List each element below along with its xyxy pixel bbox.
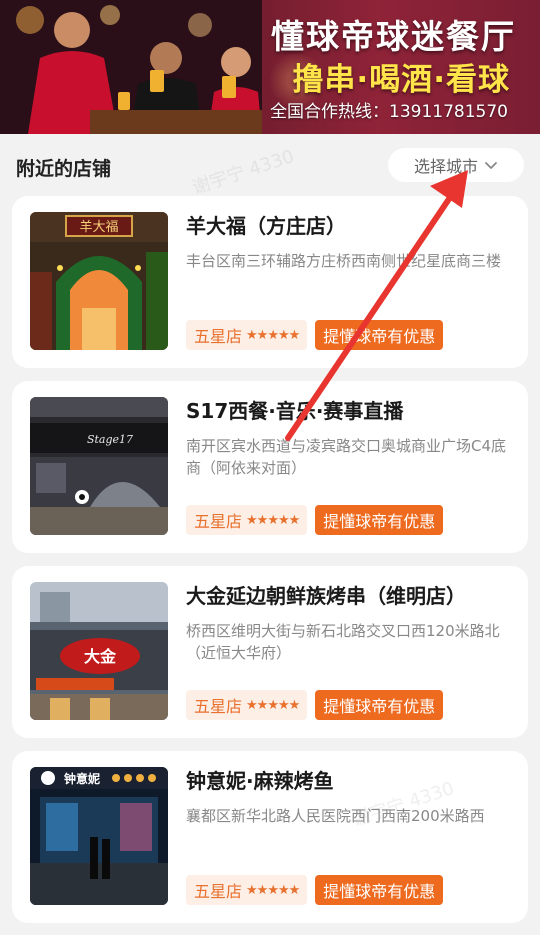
restaurant-badges: 五星店 ★★★★★ 提懂球帝有优惠 — [186, 505, 444, 535]
star-icons: ★★★★★ — [246, 697, 300, 713]
restaurant-badges: 五星店 ★★★★★ 提懂球帝有优惠 — [186, 320, 444, 350]
restaurant-address: 襄都区新华北路人民医院西门西南200米路西 — [186, 807, 485, 825]
restaurant-badges: 五星店 ★★★★★ 提懂球帝有优惠 — [186, 690, 444, 720]
rating-label: 五星店 — [194, 327, 243, 346]
restaurant-sign-text: 钟意妮 — [64, 771, 100, 786]
promo-banner[interactable]: 懂球帝球迷餐厅 撸串·喝酒·看球 全国合作热线：13911781570 — [0, 0, 540, 134]
banner-title: 懂球帝球迷餐厅 — [271, 17, 516, 56]
rating-badge: 五星店 ★★★★★ — [186, 505, 308, 535]
restaurant-sign-text: Stage17 — [87, 433, 133, 446]
restaurant-name: 羊大福（方庄店） — [186, 214, 346, 238]
restaurant-name: S17西餐·音乐·赛事直播 — [186, 399, 404, 423]
restaurant-photo: 钟意妮 — [30, 767, 168, 905]
rating-label: 五星店 — [194, 697, 243, 716]
star-icons: ★★★★★ — [246, 882, 300, 898]
rating-badge: 五星店 ★★★★★ — [186, 320, 308, 350]
promo-badge[interactable]: 提懂球帝有优惠 — [315, 875, 444, 905]
restaurant-card[interactable]: 大金 大金延边朝鲜族烤串（维明店） 桥西区维明大街与新石北路交叉口西120米路北… — [12, 566, 528, 738]
promo-badge[interactable]: 提懂球帝有优惠 — [315, 320, 444, 350]
restaurant-sign-text: 大金 — [84, 647, 117, 666]
restaurant-sign-text: 羊大福 — [79, 219, 118, 235]
restaurant-card[interactable]: 钟意妮 钟意妮·麻辣烤鱼 襄都区新华北路人民医院西门西南200米路西 五星店 ★… — [12, 751, 528, 923]
promo-badge[interactable]: 提懂球帝有优惠 — [315, 505, 444, 535]
restaurant-address: 南开区宾水西道与凌宾路交口奥城商业广场C4底商（阿依来对面） — [186, 437, 507, 477]
restaurant-photo: 大金 — [30, 582, 168, 720]
rating-badge: 五星店 ★★★★★ — [186, 875, 308, 905]
banner-people-image — [0, 0, 262, 134]
restaurant-badges: 五星店 ★★★★★ 提懂球帝有优惠 — [186, 875, 444, 905]
city-select-label: 选择城市 — [413, 157, 478, 176]
promo-badge[interactable]: 提懂球帝有优惠 — [315, 690, 444, 720]
restaurant-photo: 羊大福 — [30, 212, 168, 350]
restaurant-address: 桥西区维明大街与新石北路交叉口西120米路北（近恒大华府） — [186, 622, 500, 662]
restaurant-address: 丰台区南三环辅路方庄桥西南侧世纪星底商三楼 — [186, 252, 502, 270]
watermark-text: 谢宇宁 4330 — [189, 146, 297, 199]
banner-hotline: 全国合作热线：13911781570 — [270, 102, 508, 122]
restaurant-card[interactable]: 羊大福 羊大福（方庄店） 丰台区南三环辅路方庄桥西南侧世纪星底商三楼 五星店 ★… — [12, 196, 528, 368]
city-select-button[interactable]: 选择城市 — [388, 148, 524, 182]
section-title: 附近的店铺 — [16, 158, 112, 180]
restaurant-card[interactable]: Stage17 S17西餐·音乐·赛事直播 南开区宾水西道与凌宾路交口奥城商业广… — [12, 381, 528, 553]
rating-label: 五星店 — [194, 882, 243, 901]
rating-label: 五星店 — [194, 512, 243, 531]
star-icons: ★★★★★ — [246, 327, 300, 343]
restaurant-photo: Stage17 — [30, 397, 168, 535]
restaurant-name: 大金延边朝鲜族烤串（维明店） — [186, 584, 466, 608]
restaurant-name: 钟意妮·麻辣烤鱼 — [186, 769, 334, 793]
banner-slogan: 撸串·喝酒·看球 — [292, 62, 510, 98]
rating-badge: 五星店 ★★★★★ — [186, 690, 308, 720]
chevron-down-icon — [485, 162, 497, 169]
star-icons: ★★★★★ — [246, 512, 300, 528]
